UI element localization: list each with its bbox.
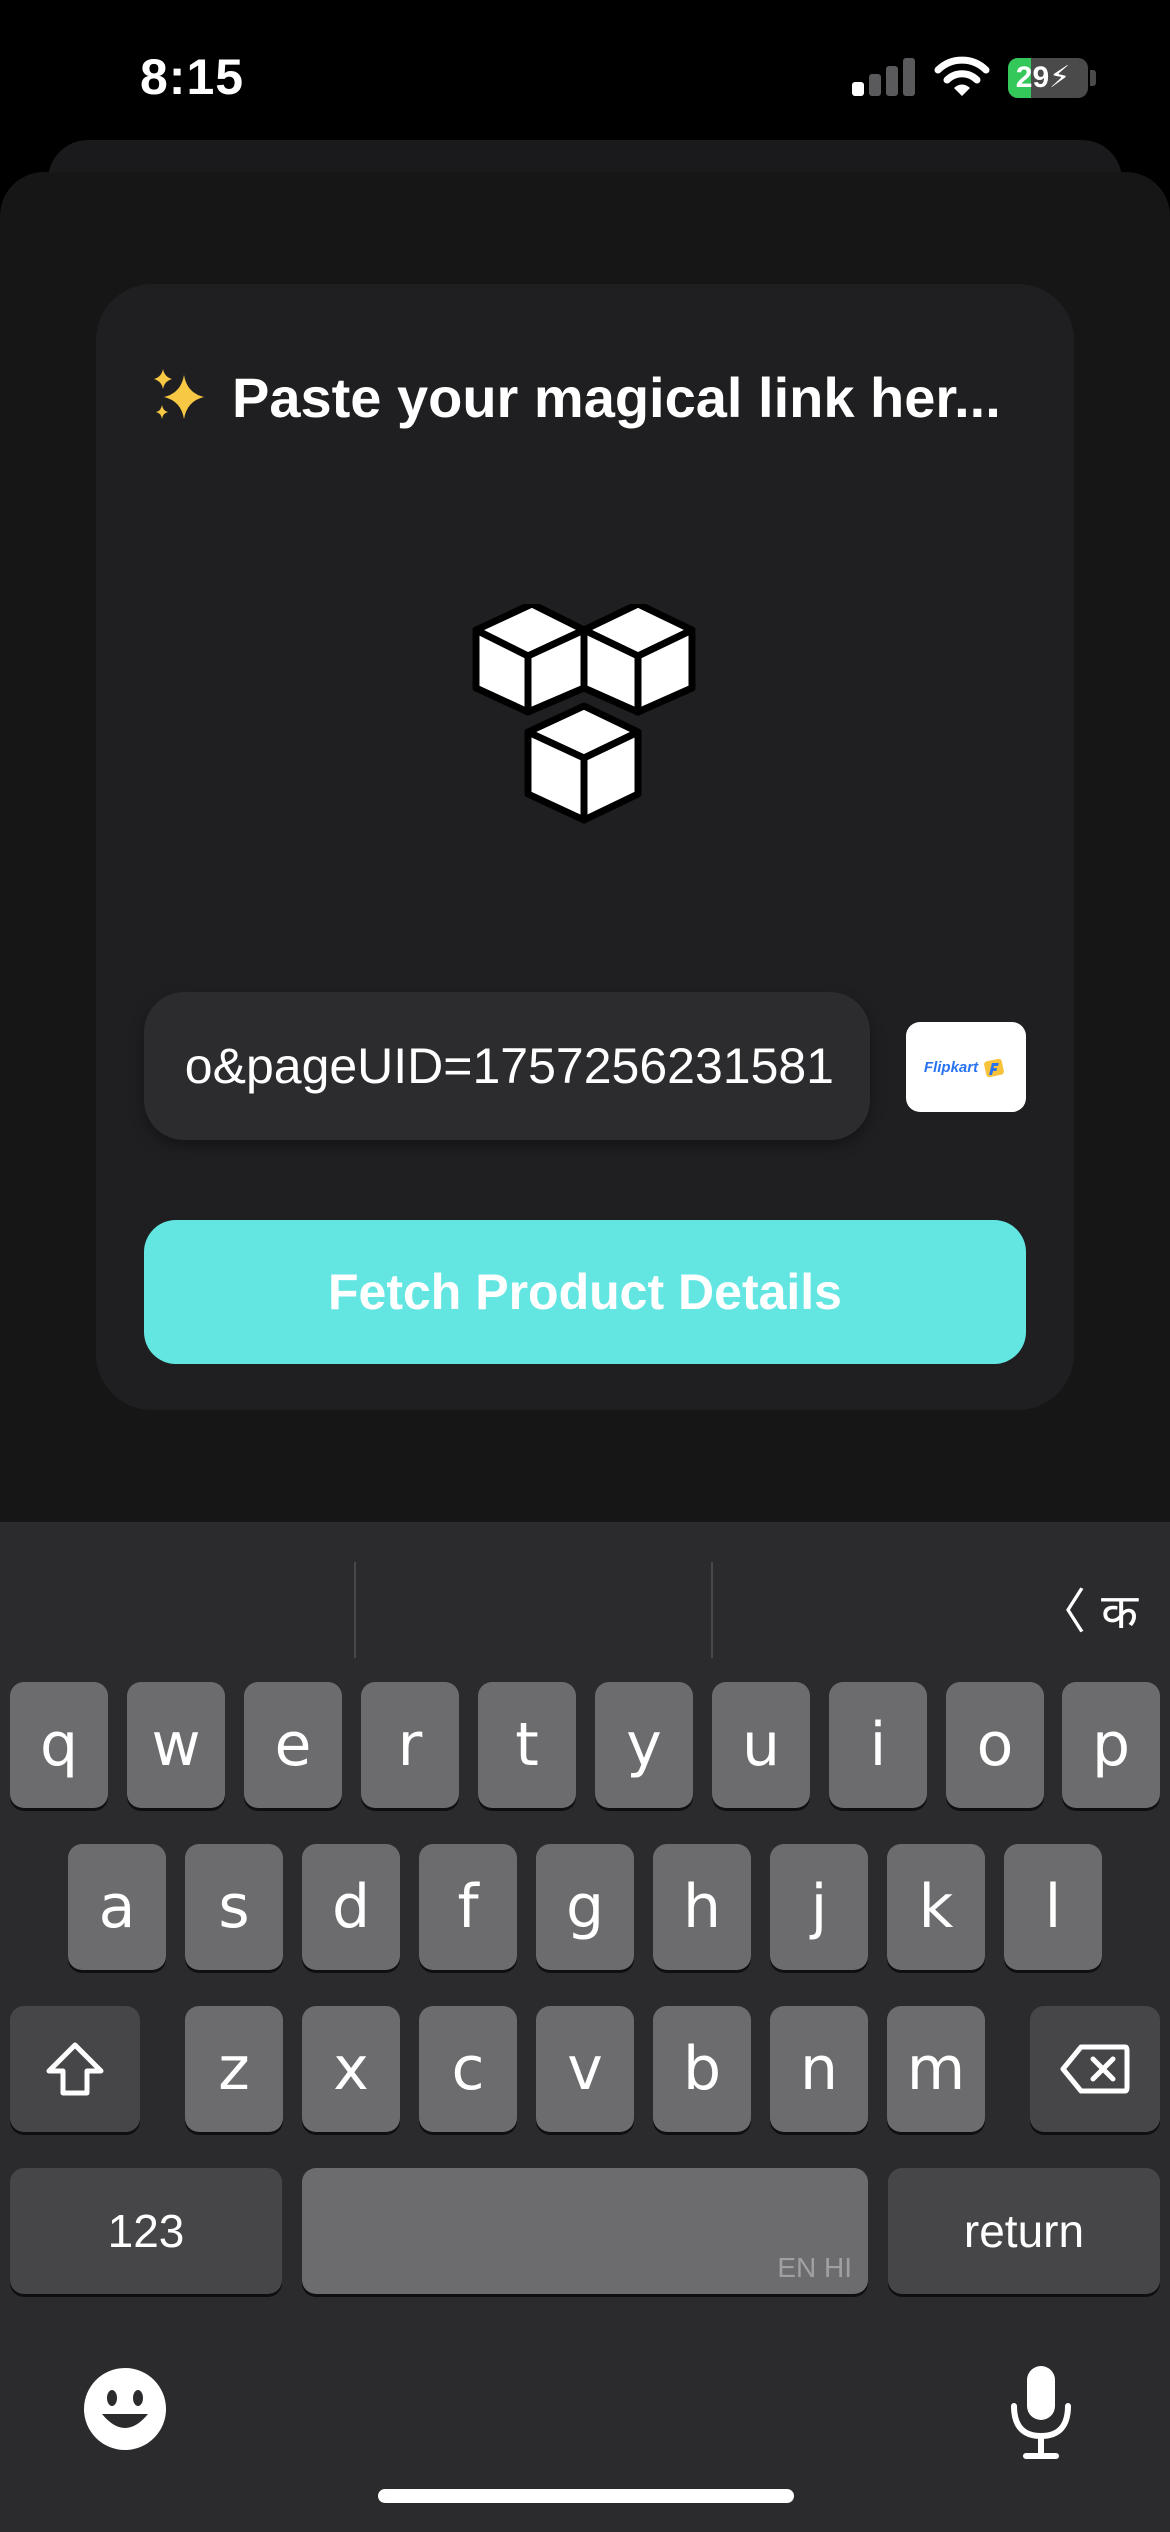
language-switch-button[interactable]: 〈 क xyxy=(1038,1572,1138,1643)
home-indicator xyxy=(378,2489,794,2503)
fetch-product-details-button[interactable]: Fetch Product Details xyxy=(144,1220,1026,1364)
cellular-signal-icon xyxy=(852,56,916,96)
key-m[interactable]: m xyxy=(887,2006,985,2132)
key-k[interactable]: k xyxy=(887,1844,985,1970)
store-badge-label: Flipkart xyxy=(923,1058,979,1076)
suggestion-divider xyxy=(354,1562,356,1658)
key-o[interactable]: o xyxy=(946,1682,1044,1808)
space-key[interactable]: EN HI xyxy=(302,2168,868,2294)
key-p[interactable]: p xyxy=(1062,1682,1160,1808)
delete-key[interactable] xyxy=(1030,2006,1160,2132)
space-language-hint: EN HI xyxy=(777,2252,852,2283)
card-title: Paste your magical link her... xyxy=(150,362,1030,432)
key-w[interactable]: w xyxy=(127,1682,225,1808)
numbers-key[interactable]: 123 xyxy=(10,2168,282,2294)
store-badge[interactable]: Flipkart xyxy=(906,1022,1026,1112)
key-f[interactable]: f xyxy=(419,1844,517,1970)
key-b[interactable]: b xyxy=(653,2006,751,2132)
battery-tip xyxy=(1090,70,1096,86)
key-i[interactable]: i xyxy=(829,1682,927,1808)
return-key[interactable]: return xyxy=(888,2168,1160,2294)
key-e[interactable]: e xyxy=(244,1682,342,1808)
key-y[interactable]: y xyxy=(595,1682,693,1808)
key-d[interactable]: d xyxy=(302,1844,400,1970)
product-link-input[interactable]: o&pageUID=1757256231581 xyxy=(144,992,870,1140)
key-j[interactable]: j xyxy=(770,1844,868,1970)
microphone-icon[interactable] xyxy=(1006,2362,1076,2462)
key-t[interactable]: t xyxy=(478,1682,576,1808)
battery-level-text: 29 xyxy=(1015,61,1050,94)
key-r[interactable]: r xyxy=(361,1682,459,1808)
key-c[interactable]: c xyxy=(419,2006,517,2132)
key-v[interactable]: v xyxy=(536,2006,634,2132)
cubes-icon xyxy=(472,604,696,824)
sparkles-icon xyxy=(154,369,204,419)
flipkart-logo-icon xyxy=(984,1058,1005,1078)
emoji-icon[interactable] xyxy=(82,2366,168,2452)
key-x[interactable]: x xyxy=(302,2006,400,2132)
status-bar: 8:15 29⚡ xyxy=(0,0,1170,150)
wifi-icon xyxy=(934,56,990,96)
key-a[interactable]: a xyxy=(68,1844,166,1970)
key-h[interactable]: h xyxy=(653,1844,751,1970)
backspace-icon xyxy=(1060,2044,1130,2094)
status-time: 8:15 xyxy=(140,49,245,105)
card-title-text: Paste your magical link her... xyxy=(232,365,1001,429)
key-l[interactable]: l xyxy=(1004,1844,1102,1970)
product-link-value: o&pageUID=1757256231581 xyxy=(184,1038,834,1094)
shift-icon xyxy=(46,2042,104,2096)
key-s[interactable]: s xyxy=(185,1844,283,1970)
key-q[interactable]: q xyxy=(10,1682,108,1808)
charging-bolt-icon: ⚡ xyxy=(1049,61,1071,94)
suggestion-divider xyxy=(711,1562,713,1658)
shift-key[interactable] xyxy=(10,2006,140,2132)
key-z[interactable]: z xyxy=(185,2006,283,2132)
key-u[interactable]: u xyxy=(712,1682,810,1808)
key-g[interactable]: g xyxy=(536,1844,634,1970)
key-n[interactable]: n xyxy=(770,2006,868,2132)
battery-charging-icon: 29⚡ xyxy=(1008,58,1088,98)
